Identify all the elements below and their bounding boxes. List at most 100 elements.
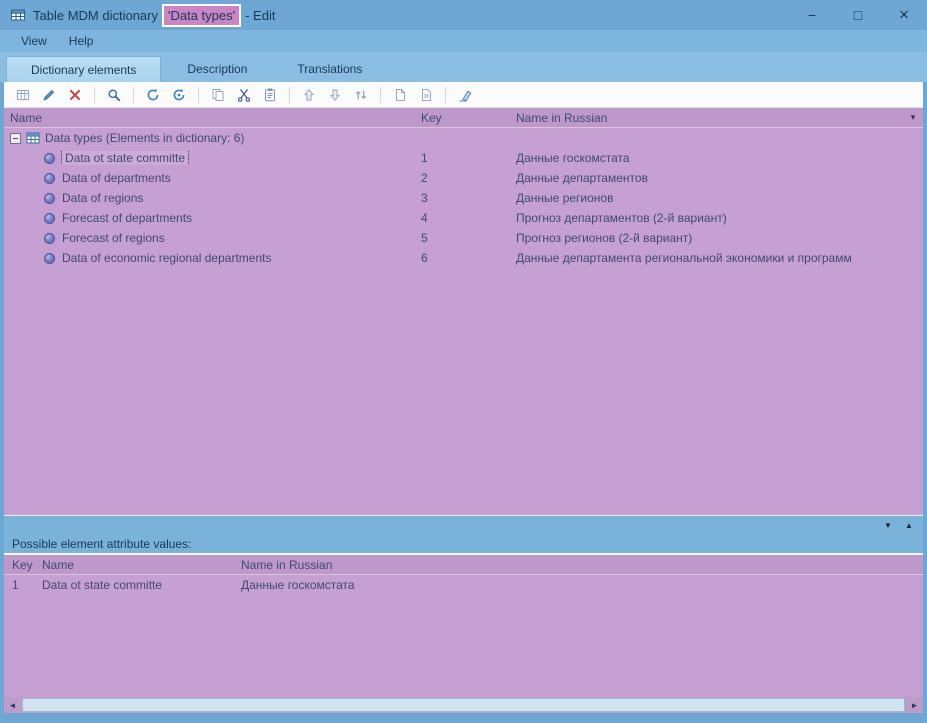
russian-name-cell: Данные госкомстата bbox=[509, 151, 923, 165]
table-row[interactable]: Data ot state committe 1 Данные госкомст… bbox=[4, 148, 923, 168]
tab-translations[interactable]: Translations bbox=[273, 56, 386, 82]
toolbar-separator bbox=[380, 87, 381, 103]
app-table-icon bbox=[10, 7, 26, 23]
menu-item-help[interactable]: Help bbox=[58, 32, 105, 50]
column-header-name[interactable]: Name bbox=[34, 558, 234, 572]
refresh-all-icon bbox=[171, 87, 187, 103]
splitter-panel[interactable]: ▼ ▲ Possible element attribute values: bbox=[4, 515, 923, 555]
export-button[interactable] bbox=[413, 84, 439, 106]
key-cell: 3 bbox=[414, 191, 509, 205]
russian-name-cell: Прогноз департаментов (2-й вариант) bbox=[509, 211, 923, 225]
element-icon bbox=[44, 193, 55, 204]
paste-button[interactable] bbox=[257, 84, 283, 106]
column-options-button[interactable]: ▾ bbox=[903, 112, 923, 123]
toolbar-separator bbox=[289, 87, 290, 103]
window-controls: − □ × bbox=[789, 0, 927, 30]
app-window: Table MDM dictionary 'Data types' - Edit… bbox=[0, 0, 927, 723]
element-icon bbox=[44, 233, 55, 244]
column-header-key[interactable]: Key bbox=[4, 558, 34, 572]
add-button[interactable] bbox=[10, 84, 36, 106]
refresh-icon bbox=[145, 87, 161, 103]
russian-name-cell: Данные департаментов bbox=[509, 171, 923, 185]
element-icon bbox=[44, 153, 55, 164]
search-button[interactable] bbox=[101, 84, 127, 106]
edit-button[interactable] bbox=[36, 84, 62, 106]
arrow-up-icon bbox=[301, 87, 317, 103]
key-cell: 1 bbox=[4, 578, 34, 592]
scissors-icon bbox=[236, 87, 252, 103]
expand-panel-button[interactable]: ▲ bbox=[900, 518, 918, 533]
tree-expander[interactable] bbox=[10, 133, 21, 144]
column-header-name-in-russian[interactable]: Name in Russian bbox=[234, 558, 923, 572]
move-down-button[interactable] bbox=[322, 84, 348, 106]
title-prefix: Table MDM dictionary bbox=[33, 8, 158, 23]
column-header-name[interactable]: Name bbox=[4, 111, 414, 125]
table-row[interactable]: Data of economic regional departments 6 … bbox=[4, 248, 923, 268]
name-cell: Data of departments bbox=[62, 171, 171, 185]
pencil-icon bbox=[41, 87, 57, 103]
tab-description[interactable]: Description bbox=[163, 56, 271, 82]
name-cell: Forecast of departments bbox=[62, 211, 192, 225]
name-cell: Data ot state committe bbox=[34, 578, 234, 592]
name-cell: Data of regions bbox=[62, 191, 143, 205]
dictionary-elements-table: Name Key Name in Russian ▾ Data types (E… bbox=[4, 108, 923, 515]
maximize-button[interactable]: □ bbox=[835, 0, 881, 30]
add-icon bbox=[15, 87, 31, 103]
search-icon bbox=[106, 87, 122, 103]
body-frame: Name Key Name in Russian ▾ Data types (E… bbox=[4, 82, 923, 713]
key-cell: 5 bbox=[414, 231, 509, 245]
arrow-down-icon bbox=[327, 87, 343, 103]
column-header-key[interactable]: Key bbox=[414, 111, 509, 125]
clear-button[interactable] bbox=[452, 84, 478, 106]
key-cell: 1 bbox=[414, 151, 509, 165]
name-cell: Data ot state committe bbox=[62, 151, 188, 165]
attribute-panel-label: Possible element attribute values: bbox=[4, 535, 923, 555]
table-row[interactable]: 1 Data ot state committe Данные госкомст… bbox=[4, 575, 923, 595]
dictionary-table-icon bbox=[26, 131, 40, 145]
element-icon bbox=[44, 213, 55, 224]
scroll-left-button[interactable]: ◄ bbox=[4, 697, 21, 713]
move-up-button[interactable] bbox=[296, 84, 322, 106]
tree-root-row[interactable]: Data types (Elements in dictionary: 6) bbox=[4, 128, 923, 148]
minus-icon bbox=[13, 138, 18, 139]
name-cell: Data of economic regional departments bbox=[62, 251, 271, 265]
toolbar-separator bbox=[198, 87, 199, 103]
sort-button[interactable] bbox=[348, 84, 374, 106]
scroll-right-button[interactable]: ► bbox=[906, 697, 923, 713]
table-row[interactable]: Data of departments 2 Данные департамент… bbox=[4, 168, 923, 188]
document-lines-icon bbox=[418, 87, 434, 103]
delete-button[interactable] bbox=[62, 84, 88, 106]
toolbar-separator bbox=[445, 87, 446, 103]
scrollbar-thumb[interactable] bbox=[22, 698, 905, 712]
cut-button[interactable] bbox=[231, 84, 257, 106]
table-row[interactable]: Forecast of regions 5 Прогноз регионов (… bbox=[4, 228, 923, 248]
minimize-button[interactable]: − bbox=[789, 0, 835, 30]
tab-dictionary-elements[interactable]: Dictionary elements bbox=[6, 56, 161, 82]
table-row[interactable]: Forecast of departments 4 Прогноз департ… bbox=[4, 208, 923, 228]
key-cell: 6 bbox=[414, 251, 509, 265]
menu-item-view[interactable]: View bbox=[10, 32, 58, 50]
table-row[interactable]: Data of regions 3 Данные регионов bbox=[4, 188, 923, 208]
russian-name-cell: Данные департамента региональной экономи… bbox=[509, 251, 923, 265]
import-button[interactable] bbox=[387, 84, 413, 106]
eraser-icon bbox=[457, 87, 473, 103]
refresh-button[interactable] bbox=[140, 84, 166, 106]
tabbar: Dictionary elements Description Translat… bbox=[0, 52, 927, 82]
close-button[interactable]: × bbox=[881, 0, 927, 30]
column-header-name-in-russian[interactable]: Name in Russian bbox=[509, 111, 903, 125]
collapse-panel-button[interactable]: ▼ bbox=[879, 518, 897, 533]
refresh-all-button[interactable] bbox=[166, 84, 192, 106]
key-cell: 2 bbox=[414, 171, 509, 185]
toolbar-separator bbox=[94, 87, 95, 103]
attribute-table-header: Key Name Name in Russian bbox=[4, 555, 923, 575]
horizontal-scrollbar[interactable]: ◄ ► bbox=[4, 697, 923, 713]
clipboard-icon bbox=[262, 87, 278, 103]
delete-x-icon bbox=[67, 87, 83, 103]
main-table-header: Name Key Name in Russian ▾ bbox=[4, 108, 923, 128]
copy-button[interactable] bbox=[205, 84, 231, 106]
menubar: View Help bbox=[0, 30, 927, 52]
toolbar-separator bbox=[133, 87, 134, 103]
russian-name-cell: Данные госкомстата bbox=[234, 578, 923, 592]
page-title: Table MDM dictionary 'Data types' - Edit bbox=[33, 4, 275, 27]
splitter-handle[interactable]: ▼ ▲ bbox=[4, 516, 923, 535]
